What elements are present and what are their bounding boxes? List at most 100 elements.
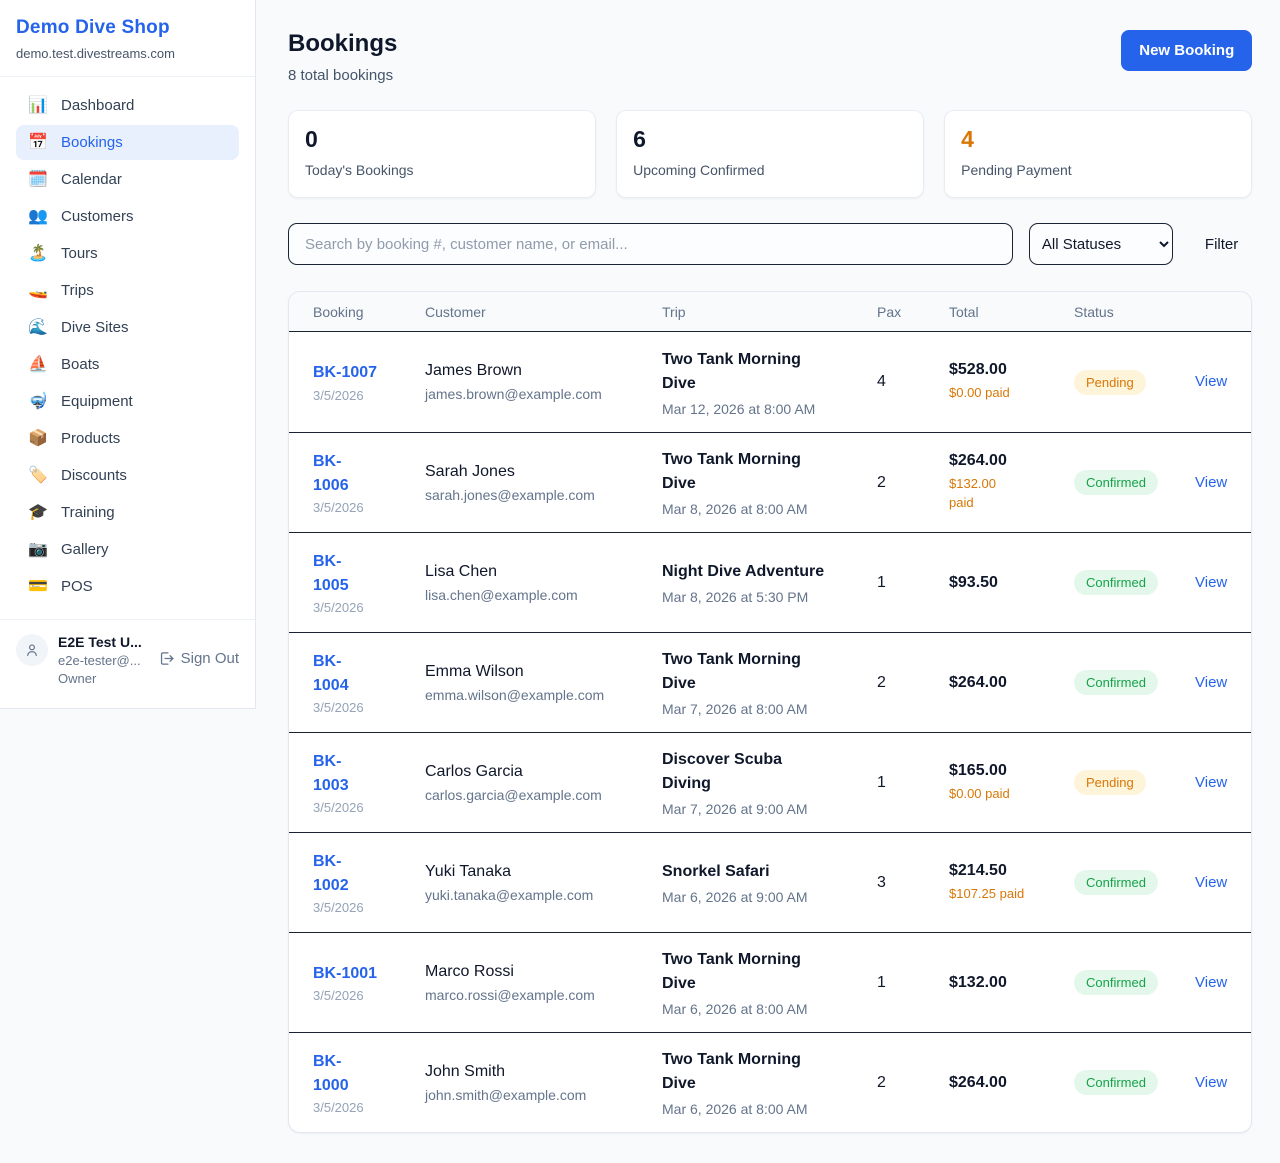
sidebar-item-trips[interactable]: 🚤 Trips [16, 273, 239, 308]
sidebar-item-bookings[interactable]: 📅 Bookings [16, 125, 239, 160]
status-cell: Confirmed [1074, 470, 1195, 495]
paid-amount: $107.25 paid [949, 885, 1074, 904]
status-cell: Confirmed [1074, 670, 1195, 695]
page-subtitle: 8 total bookings [288, 67, 397, 84]
booking-date: 3/5/2026 [313, 900, 425, 915]
search-input[interactable] [288, 223, 1013, 265]
spiral-calendar-icon: 🗓️ [28, 172, 48, 188]
status-badge: Pending [1074, 370, 1146, 395]
pax-count: 2 [877, 474, 949, 492]
total-amount: $264.00 [949, 1074, 1074, 1092]
table-row: BK- 1000 3/5/2026 John Smith john.smith@… [289, 1032, 1251, 1132]
sidebar-item-label: Boats [61, 356, 99, 373]
booking-link[interactable]: BK-1001 [313, 962, 377, 985]
booking-cell: BK- 1004 3/5/2026 [313, 650, 425, 714]
booking-link[interactable]: BK- 1003 [313, 750, 349, 796]
table-header: BookingCustomerTripPaxTotalStatus [289, 292, 1251, 332]
trip-cell: Discover Scuba Diving Mar 7, 2026 at 9:0… [662, 748, 877, 817]
trip-datetime: Mar 6, 2026 at 8:00 AM [662, 1001, 877, 1017]
sidebar-item-label: Training [61, 504, 115, 521]
booking-link[interactable]: BK- 1004 [313, 650, 349, 696]
sidebar-item-pos[interactable]: 💳 POS [16, 569, 239, 604]
filter-button[interactable]: Filter [1191, 236, 1252, 253]
booking-cell: BK- 1006 3/5/2026 [313, 450, 425, 514]
sidebar-item-gallery[interactable]: 📷 Gallery [16, 532, 239, 567]
total-cell: $264.00 [949, 1074, 1074, 1092]
view-link[interactable]: View [1195, 774, 1227, 791]
customer-email: james.brown@example.com [425, 386, 662, 402]
booking-cell: BK- 1005 3/5/2026 [313, 550, 425, 614]
status-badge: Confirmed [1074, 470, 1158, 495]
people-icon: 👥 [28, 209, 48, 225]
status-badge: Confirmed [1074, 1070, 1158, 1095]
sidebar-item-equipment[interactable]: 🤿 Equipment [16, 384, 239, 419]
booking-link[interactable]: BK- 1002 [313, 850, 349, 896]
wave-icon: 🌊 [28, 320, 48, 336]
sidebar-item-tours[interactable]: 🏝️ Tours [16, 236, 239, 271]
stat-label: Upcoming Confirmed [633, 162, 907, 178]
total-amount: $165.00 [949, 762, 1074, 780]
status-cell: Confirmed [1074, 970, 1195, 995]
view-link[interactable]: View [1195, 974, 1227, 991]
page-title: Bookings [288, 30, 397, 58]
table-row: BK-1001 3/5/2026 Marco Rossi marco.rossi… [289, 932, 1251, 1032]
action-cell: View [1195, 1074, 1227, 1092]
booking-cell: BK- 1002 3/5/2026 [313, 850, 425, 914]
user-icon [24, 642, 40, 658]
sidebar-item-label: Dashboard [61, 97, 134, 114]
customer-email: marco.rossi@example.com [425, 987, 662, 1003]
stat-card: 4 Pending Payment [944, 110, 1252, 198]
action-cell: View [1195, 574, 1227, 592]
status-cell: Confirmed [1074, 1070, 1195, 1095]
sidebar-item-discounts[interactable]: 🏷️ Discounts [16, 458, 239, 493]
sidebar-item-products[interactable]: 📦 Products [16, 421, 239, 456]
view-link[interactable]: View [1195, 1074, 1227, 1091]
booking-link[interactable]: BK- 1006 [313, 450, 349, 496]
view-link[interactable]: View [1195, 574, 1227, 591]
total-cell: $214.50 $107.25 paid [949, 862, 1074, 904]
booking-date: 3/5/2026 [313, 988, 425, 1003]
customer-name: Yuki Tanaka [425, 863, 662, 881]
trip-name: Two Tank Morning Dive [662, 648, 877, 696]
status-cell: Confirmed [1074, 570, 1195, 595]
total-cell: $528.00 $0.00 paid [949, 361, 1074, 403]
column-header-customer: Customer [425, 304, 662, 320]
sidebar-item-dive-sites[interactable]: 🌊 Dive Sites [16, 310, 239, 345]
stat-label: Pending Payment [961, 162, 1235, 178]
status-select[interactable]: All Statuses [1029, 223, 1173, 265]
bookings-table: BookingCustomerTripPaxTotalStatus BK-100… [288, 291, 1252, 1133]
sidebar-item-training[interactable]: 🎓 Training [16, 495, 239, 530]
view-link[interactable]: View [1195, 874, 1227, 891]
sidebar-item-dashboard[interactable]: 📊 Dashboard [16, 88, 239, 123]
action-cell: View [1195, 974, 1227, 992]
customer-cell: Yuki Tanaka yuki.tanaka@example.com [425, 863, 662, 903]
customer-name: Lisa Chen [425, 563, 662, 581]
view-link[interactable]: View [1195, 373, 1227, 390]
customer-name: Carlos Garcia [425, 763, 662, 781]
sidebar-footer: E2E Test U... e2e-tester@... Owner Sign … [0, 619, 255, 708]
stat-card: 6 Upcoming Confirmed [616, 110, 924, 198]
view-link[interactable]: View [1195, 674, 1227, 691]
column-header-booking: Booking [313, 304, 425, 320]
sign-out-button[interactable]: Sign Out [158, 650, 239, 667]
total-amount: $264.00 [949, 674, 1074, 692]
booking-link[interactable]: BK- 1000 [313, 1050, 349, 1096]
booking-link[interactable]: BK- 1005 [313, 550, 349, 596]
sidebar-item-calendar[interactable]: 🗓️ Calendar [16, 162, 239, 197]
total-amount: $132.00 [949, 974, 1074, 992]
customer-name: James Brown [425, 362, 662, 380]
sidebar-item-boats[interactable]: ⛵ Boats [16, 347, 239, 382]
action-cell: View [1195, 674, 1227, 692]
pax-count: 3 [877, 874, 949, 892]
sidebar-item-label: POS [61, 578, 93, 595]
trip-datetime: Mar 6, 2026 at 8:00 AM [662, 1101, 877, 1117]
new-booking-button[interactable]: New Booking [1121, 30, 1252, 71]
calendar-icon: 📅 [28, 135, 48, 151]
sidebar-item-label: Gallery [61, 541, 109, 558]
view-link[interactable]: View [1195, 474, 1227, 491]
user-email: e2e-tester@... [58, 653, 142, 668]
booking-link[interactable]: BK-1007 [313, 361, 377, 384]
sidebar-item-label: Products [61, 430, 120, 447]
status-badge: Pending [1074, 770, 1146, 795]
sidebar-item-customers[interactable]: 👥 Customers [16, 199, 239, 234]
